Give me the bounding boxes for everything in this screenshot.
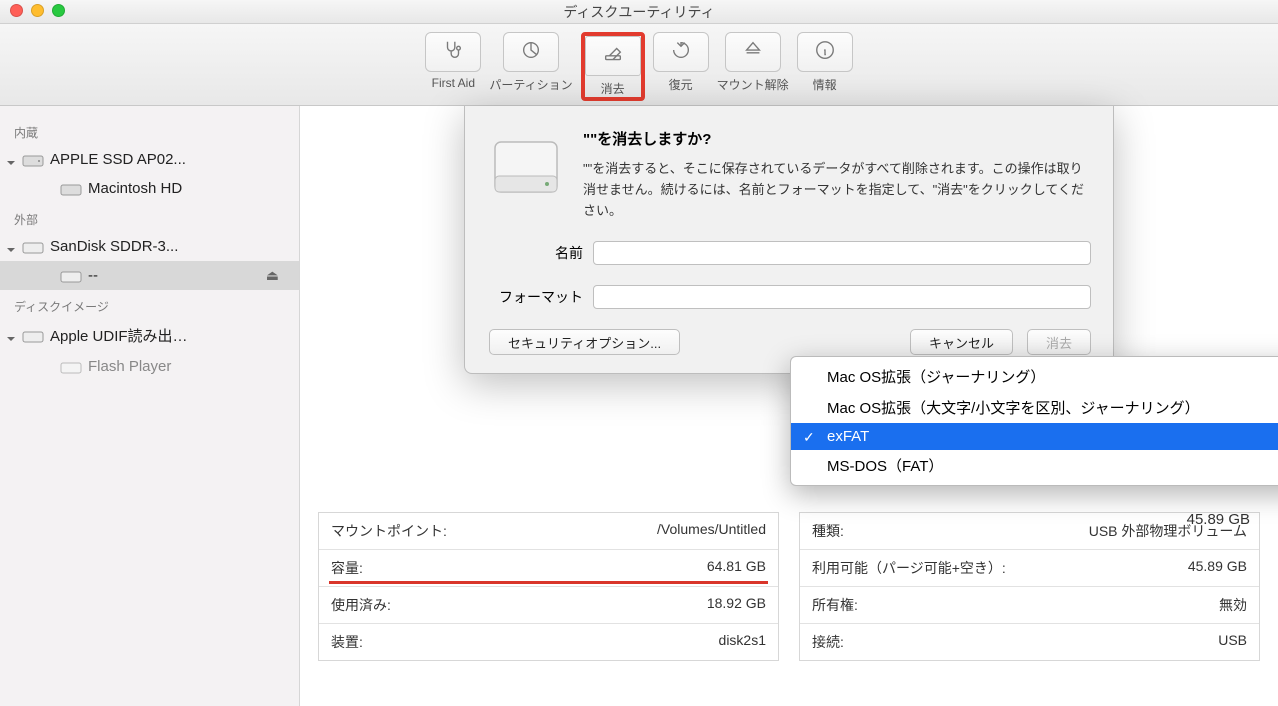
cancel-button[interactable]: キャンセル bbox=[910, 329, 1013, 355]
sidebar-item-sandisk[interactable]: SanDisk SDDR-3... bbox=[0, 232, 299, 261]
toolbar-unmount[interactable]: マウント解除 bbox=[717, 32, 789, 93]
close-button[interactable] bbox=[10, 4, 23, 17]
body: 内蔵 APPLE SSD AP02... Macintosh HD 外部 San… bbox=[0, 106, 1278, 706]
dropdown-item-exfat[interactable]: ✓exFAT bbox=[791, 423, 1278, 450]
toolbar-info[interactable]: 情報 bbox=[797, 32, 853, 93]
disclosure-triangle-icon[interactable] bbox=[6, 242, 16, 252]
erase-sheet: ""を消去しますか? ""を消去すると、そこに保存されているデータがすべて削除さ… bbox=[464, 106, 1114, 374]
details-left: マウントポイント:/Volumes/Untitled 容量:64.81 GB 使… bbox=[318, 512, 779, 661]
hdd-icon bbox=[22, 152, 44, 168]
traffic-lights bbox=[10, 4, 65, 17]
main-content: 45.89 GB ""を消去しますか? ""を消去すると、そこに保存されているデ… bbox=[300, 106, 1278, 706]
detail-row: 利用可能（パージ可能+空き）:45.89 GB bbox=[800, 550, 1259, 587]
sidebar: 内蔵 APPLE SSD AP02... Macintosh HD 外部 San… bbox=[0, 106, 300, 706]
toolbar-erase[interactable]: 消去 bbox=[585, 36, 641, 97]
name-input[interactable] bbox=[593, 241, 1091, 265]
sidebar-item-macintosh-hd[interactable]: Macintosh HD bbox=[0, 174, 299, 203]
disk-image-icon bbox=[60, 359, 82, 375]
name-label: 名前 bbox=[487, 243, 583, 263]
detail-row: 接続:USB bbox=[800, 624, 1259, 660]
toolbar: First Aid パーティション 消去 復元 マウント解除 情報 bbox=[0, 24, 1278, 106]
section-external: 外部 bbox=[0, 203, 299, 232]
erase-button[interactable]: 消去 bbox=[1027, 329, 1091, 355]
hdd-icon bbox=[60, 181, 82, 197]
disclosure-triangle-icon[interactable] bbox=[6, 155, 16, 165]
sheet-title: ""を消去しますか? bbox=[583, 128, 1091, 149]
format-dropdown: Mac OS拡張（ジャーナリング） Mac OS拡張（大文字/小文字を区別、ジャ… bbox=[790, 356, 1278, 486]
toolbar-partition[interactable]: パーティション bbox=[489, 32, 572, 93]
external-disk-icon bbox=[22, 239, 44, 255]
disk-image-icon bbox=[22, 328, 44, 344]
zoom-button[interactable] bbox=[52, 4, 65, 17]
format-select[interactable] bbox=[593, 285, 1091, 309]
window: ディスクユーティリティ First Aid パーティション 消去 復元 マウント… bbox=[0, 0, 1278, 706]
sidebar-item-flash-player[interactable]: Flash Player bbox=[0, 352, 299, 381]
eject-icon bbox=[742, 39, 764, 66]
security-options-button[interactable]: セキュリティオプション... bbox=[489, 329, 680, 355]
eject-icon[interactable]: ⏏ bbox=[266, 267, 291, 284]
disclosure-triangle-icon[interactable] bbox=[6, 331, 16, 341]
window-title: ディスクユーティリティ bbox=[563, 2, 714, 22]
toolbar-first-aid[interactable]: First Aid bbox=[425, 32, 481, 90]
detail-row: 使用済み:18.92 GB bbox=[319, 587, 778, 624]
detail-row: 所有権:無効 bbox=[800, 587, 1259, 624]
check-icon: ✓ bbox=[803, 429, 815, 446]
detail-row-capacity: 容量:64.81 GB bbox=[319, 550, 778, 587]
info-icon bbox=[814, 39, 836, 66]
details-right: 種類:USB 外部物理ボリューム 利用可能（パージ可能+空き）:45.89 GB… bbox=[799, 512, 1260, 661]
format-label: フォーマット bbox=[487, 287, 583, 307]
sidebar-item-apple-ssd[interactable]: APPLE SSD AP02... bbox=[0, 145, 299, 174]
stethoscope-icon bbox=[442, 39, 464, 66]
dropdown-item-msdos[interactable]: MS-DOS（FAT） bbox=[791, 450, 1278, 481]
sidebar-item-udif[interactable]: Apple UDIF読み出… bbox=[0, 319, 299, 352]
sidebar-item-untitled[interactable]: -- ⏏ bbox=[0, 261, 299, 290]
drive-large-icon bbox=[487, 128, 565, 206]
section-diskimage: ディスクイメージ bbox=[0, 290, 299, 319]
pie-icon bbox=[520, 39, 542, 66]
external-disk-icon bbox=[60, 268, 82, 284]
titlebar: ディスクユーティリティ bbox=[0, 0, 1278, 24]
minimize-button[interactable] bbox=[31, 4, 44, 17]
free-space-value: 45.89 GB bbox=[1187, 511, 1250, 528]
sheet-description: ""を消去すると、そこに保存されているデータがすべて削除されます。この操作は取り… bbox=[583, 159, 1091, 221]
toolbar-restore[interactable]: 復元 bbox=[653, 32, 709, 93]
restore-icon bbox=[670, 39, 692, 66]
toolbar-erase-highlight: 消去 bbox=[581, 32, 645, 101]
dropdown-item-macosext-journaled[interactable]: Mac OS拡張（ジャーナリング） bbox=[791, 361, 1278, 392]
erase-icon bbox=[602, 43, 624, 70]
detail-row: 装置:disk2s1 bbox=[319, 624, 778, 660]
section-internal: 内蔵 bbox=[0, 116, 299, 145]
detail-row: マウントポイント:/Volumes/Untitled bbox=[319, 513, 778, 550]
details-tables: マウントポイント:/Volumes/Untitled 容量:64.81 GB 使… bbox=[300, 512, 1278, 661]
dropdown-item-macosext-case[interactable]: Mac OS拡張（大文字/小文字を区別、ジャーナリング） bbox=[791, 392, 1278, 423]
